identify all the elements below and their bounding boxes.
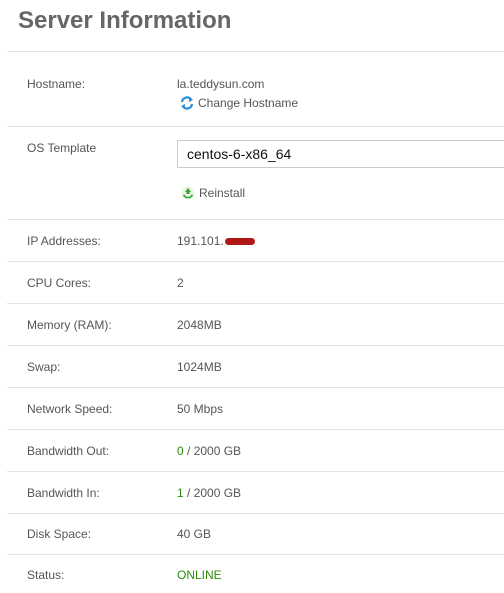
os-template-label: OS Template (27, 141, 97, 155)
row-hostname: Hostname: la.teddysun.com Change Hostnam… (7, 62, 504, 127)
hostname-value: la.teddysun.com (177, 77, 265, 91)
network-label: Network Speed: (27, 402, 113, 416)
swap-label: Swap: (27, 360, 61, 374)
disk-label: Disk Space: (27, 527, 92, 541)
ip-redaction-mark (224, 238, 255, 246)
row-bandwidth-in: Bandwidth In: 1 / 2000 GB (7, 472, 504, 514)
bandwidth-out-used: 0 (177, 444, 184, 458)
reinstall-link[interactable]: Reinstall (181, 186, 245, 200)
hostname-label: Hostname: (27, 77, 86, 91)
row-os-template: OS Template centos-6-x86_64 Reinstall (7, 127, 504, 220)
row-status: Status: ONLINE (7, 555, 504, 593)
server-info-table: Hostname: la.teddysun.com Change Hostnam… (7, 62, 504, 593)
change-hostname-link[interactable]: Change Hostname (180, 96, 298, 110)
os-template-select[interactable]: centos-6-x86_64 (177, 140, 504, 168)
bandwidth-out-total: / 2000 GB (183, 444, 242, 458)
row-swap: Swap: 1024MB (7, 346, 504, 388)
bandwidth-in-used: 1 (177, 486, 184, 500)
row-bandwidth-out: Bandwidth Out: 0 / 2000 GB (7, 430, 504, 472)
status-label: Status: (27, 568, 65, 582)
page-title: Server Information (18, 7, 232, 34)
memory-value: 2048MB (177, 318, 222, 332)
server-info-page: Server Information Hostname: la.teddysun… (0, 0, 504, 593)
status-value: ONLINE (177, 568, 222, 582)
cpu-value: 2 (177, 276, 184, 290)
row-cpu-cores: CPU Cores: 2 (7, 262, 504, 304)
ip-value: 191.101. (177, 234, 255, 248)
ip-visible-part: 191.101. (177, 234, 224, 248)
bandwidth-in-total: / 2000 GB (183, 486, 242, 500)
recycle-icon (181, 186, 195, 200)
title-divider (7, 51, 504, 52)
bandwidth-in-label: Bandwidth In: (27, 486, 100, 500)
memory-label: Memory (RAM): (27, 318, 112, 332)
row-memory: Memory (RAM): 2048MB (7, 304, 504, 346)
row-ip-addresses: IP Addresses: 191.101. (7, 220, 504, 262)
row-disk-space: Disk Space: 40 GB (7, 514, 504, 555)
cpu-label: CPU Cores: (27, 276, 92, 290)
disk-value: 40 GB (177, 527, 212, 541)
swap-value: 1024MB (177, 360, 222, 374)
bandwidth-out-value: 0 / 2000 GB (177, 444, 241, 458)
change-hostname-label: Change Hostname (198, 96, 299, 110)
refresh-icon (180, 96, 194, 110)
row-network-speed: Network Speed: 50 Mbps (7, 388, 504, 430)
ip-label: IP Addresses: (27, 234, 101, 248)
bandwidth-in-value: 1 / 2000 GB (177, 486, 241, 500)
network-value: 50 Mbps (177, 402, 224, 416)
reinstall-label: Reinstall (199, 186, 246, 200)
bandwidth-out-label: Bandwidth Out: (27, 444, 110, 458)
